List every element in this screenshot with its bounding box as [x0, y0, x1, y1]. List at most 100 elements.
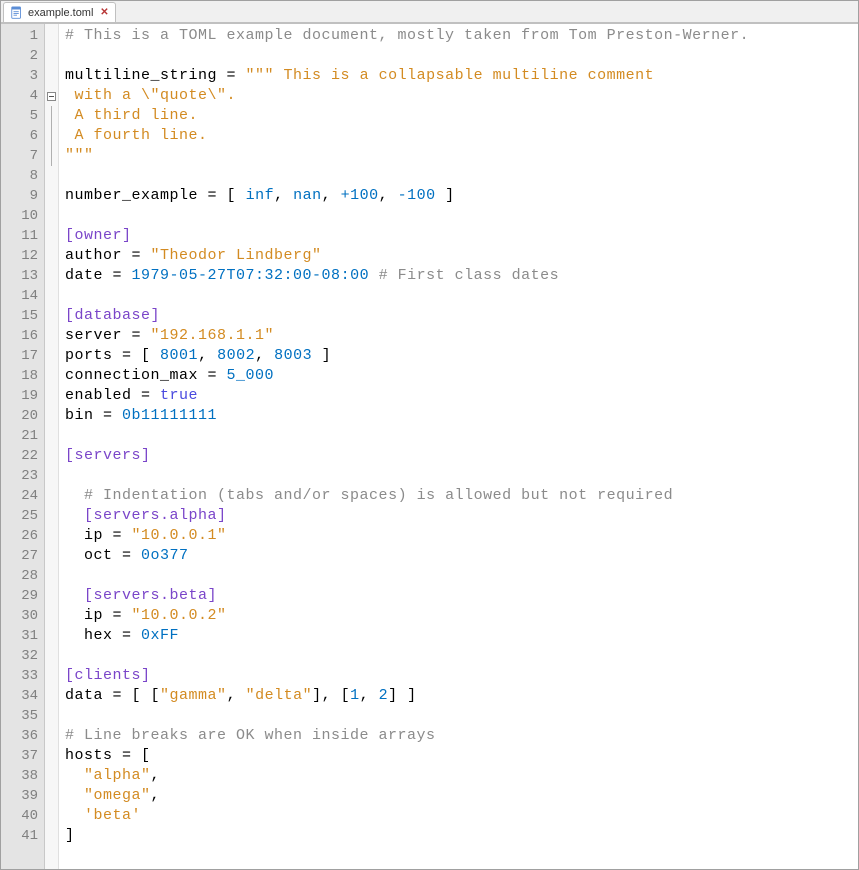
fold-cell: [45, 726, 58, 746]
code-content[interactable]: # This is a TOML example document, mostl…: [59, 24, 858, 869]
line-number: 26: [1, 526, 44, 546]
code-line[interactable]: """: [65, 146, 858, 166]
code-line[interactable]: [65, 166, 858, 186]
code-line[interactable]: bin = 0b11111111: [65, 406, 858, 426]
code-line[interactable]: [65, 566, 858, 586]
line-number: 12: [1, 246, 44, 266]
line-number: 37: [1, 746, 44, 766]
line-number: 35: [1, 706, 44, 726]
code-line[interactable]: [65, 206, 858, 226]
line-number: 5: [1, 106, 44, 126]
code-line[interactable]: multiline_string = """ This is a collaps…: [65, 66, 858, 86]
code-line[interactable]: A third line.: [65, 106, 858, 126]
fold-cell: [45, 566, 58, 586]
fold-cell: [45, 646, 58, 666]
code-line[interactable]: connection_max = 5_000: [65, 366, 858, 386]
code-line[interactable]: 'beta': [65, 806, 858, 826]
code-line[interactable]: "omega",: [65, 786, 858, 806]
code-line[interactable]: number_example = [ inf, nan, +100, -100 …: [65, 186, 858, 206]
fold-cell: [45, 486, 58, 506]
fold-cell: [45, 626, 58, 646]
fold-cell: [45, 166, 58, 186]
code-line[interactable]: with a \"quote\".: [65, 86, 858, 106]
code-line[interactable]: # This is a TOML example document, mostl…: [65, 26, 858, 46]
line-number-gutter: 1234567891011121314151617181920212223242…: [1, 24, 45, 869]
code-line[interactable]: # Line breaks are OK when inside arrays: [65, 726, 858, 746]
code-line[interactable]: enabled = true: [65, 386, 858, 406]
code-line[interactable]: [clients]: [65, 666, 858, 686]
line-number: 6: [1, 126, 44, 146]
fold-cell: [45, 226, 58, 246]
line-number: 33: [1, 666, 44, 686]
code-line[interactable]: [servers.alpha]: [65, 506, 858, 526]
line-number: 30: [1, 606, 44, 626]
line-number: 19: [1, 386, 44, 406]
file-tab[interactable]: example.toml ✕: [3, 2, 116, 22]
fold-cell: [45, 406, 58, 426]
code-line[interactable]: [owner]: [65, 226, 858, 246]
fold-cell: [45, 586, 58, 606]
line-number: 25: [1, 506, 44, 526]
fold-cell: [45, 446, 58, 466]
line-number: 1: [1, 26, 44, 46]
code-line[interactable]: [65, 286, 858, 306]
code-line[interactable]: [65, 426, 858, 446]
code-line[interactable]: "alpha",: [65, 766, 858, 786]
line-number: 15: [1, 306, 44, 326]
fold-cell: [45, 686, 58, 706]
line-number: 10: [1, 206, 44, 226]
code-line[interactable]: server = "192.168.1.1": [65, 326, 858, 346]
code-line[interactable]: ip = "10.0.0.2": [65, 606, 858, 626]
code-line[interactable]: date = 1979-05-27T07:32:00-08:00 # First…: [65, 266, 858, 286]
line-number: 20: [1, 406, 44, 426]
code-line[interactable]: oct = 0o377: [65, 546, 858, 566]
line-number: 4: [1, 86, 44, 106]
line-number: 24: [1, 486, 44, 506]
line-number: 17: [1, 346, 44, 366]
fold-cell: [45, 666, 58, 686]
fold-cell: [45, 66, 58, 86]
fold-cell: [45, 706, 58, 726]
line-number: 13: [1, 266, 44, 286]
code-line[interactable]: [65, 706, 858, 726]
code-line[interactable]: hosts = [: [65, 746, 858, 766]
fold-cell[interactable]: [45, 86, 58, 106]
line-number: 41: [1, 826, 44, 846]
fold-guide-line: [51, 126, 52, 146]
code-line[interactable]: data = [ ["gamma", "delta"], [1, 2] ]: [65, 686, 858, 706]
code-line[interactable]: [servers]: [65, 446, 858, 466]
line-number: 16: [1, 326, 44, 346]
line-number: 29: [1, 586, 44, 606]
line-number: 9: [1, 186, 44, 206]
fold-cell: [45, 106, 58, 126]
code-line[interactable]: ports = [ 8001, 8002, 8003 ]: [65, 346, 858, 366]
fold-column: [45, 24, 59, 869]
fold-cell: [45, 546, 58, 566]
line-number: 34: [1, 686, 44, 706]
fold-cell: [45, 506, 58, 526]
fold-cell: [45, 46, 58, 66]
close-icon[interactable]: ✕: [99, 8, 109, 18]
fold-cell: [45, 206, 58, 226]
editor-window: example.toml ✕ 1234567891011121314151617…: [0, 0, 859, 870]
code-line[interactable]: author = "Theodor Lindberg": [65, 246, 858, 266]
code-line[interactable]: ]: [65, 826, 858, 846]
code-line[interactable]: ip = "10.0.0.1": [65, 526, 858, 546]
line-number: 38: [1, 766, 44, 786]
code-line[interactable]: [65, 646, 858, 666]
code-line[interactable]: [database]: [65, 306, 858, 326]
code-line[interactable]: [65, 466, 858, 486]
fold-toggle-icon[interactable]: [47, 92, 56, 101]
fold-cell: [45, 366, 58, 386]
code-line[interactable]: # Indentation (tabs and/or spaces) is al…: [65, 486, 858, 506]
code-line[interactable]: [servers.beta]: [65, 586, 858, 606]
line-number: 36: [1, 726, 44, 746]
file-icon: [10, 6, 24, 20]
code-line[interactable]: [65, 46, 858, 66]
fold-cell: [45, 786, 58, 806]
code-line[interactable]: hex = 0xFF: [65, 626, 858, 646]
line-number: 31: [1, 626, 44, 646]
fold-cell: [45, 146, 58, 166]
line-number: 3: [1, 66, 44, 86]
code-line[interactable]: A fourth line.: [65, 126, 858, 146]
